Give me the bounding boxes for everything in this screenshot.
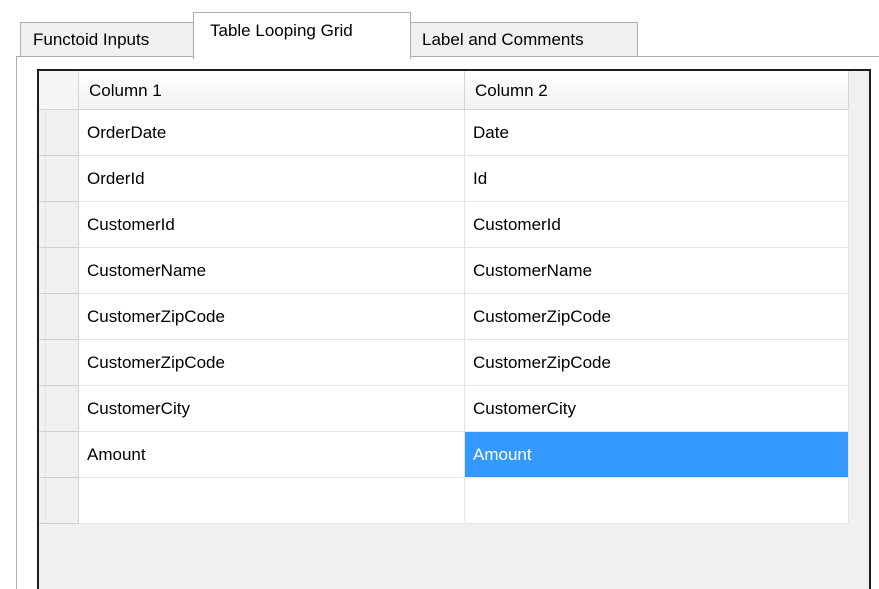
grid-cell-column-2[interactable]: CustomerZipCode: [465, 340, 849, 386]
grid-cell-column-1[interactable]: OrderDate: [79, 110, 465, 156]
row-header[interactable]: [39, 386, 79, 432]
column-header-2[interactable]: Column 2: [465, 71, 849, 110]
tab-functoid-inputs[interactable]: Functoid Inputs: [20, 22, 195, 57]
table-row[interactable]: CustomerId CustomerId: [39, 202, 849, 248]
tab-label-and-comments[interactable]: Label and Comments: [409, 22, 638, 57]
table-row[interactable]: CustomerCity CustomerCity: [39, 386, 849, 432]
grid-cell-column-2[interactable]: CustomerId: [465, 202, 849, 248]
tab-label: Functoid Inputs: [33, 30, 150, 49]
grid-cell-column-2[interactable]: CustomerName: [465, 248, 849, 294]
table-row[interactable]: CustomerZipCode CustomerZipCode: [39, 294, 849, 340]
row-header[interactable]: [39, 110, 79, 156]
row-header[interactable]: [39, 202, 79, 248]
grid-cell-column-2[interactable]: CustomerZipCode: [465, 294, 849, 340]
row-header[interactable]: [39, 432, 79, 478]
grid-cell-column-2[interactable]: Date: [465, 110, 849, 156]
table-row[interactable]: OrderId Id: [39, 156, 849, 202]
grid-cell-column-1[interactable]: CustomerName: [79, 248, 465, 294]
new-row-placeholder[interactable]: [39, 478, 849, 524]
grid-header-row: Column 1 Column 2: [39, 71, 849, 111]
row-header[interactable]: [39, 248, 79, 294]
tab-label: Label and Comments: [422, 30, 584, 49]
tab-table-looping-grid[interactable]: Table Looping Grid: [193, 12, 411, 59]
table-row[interactable]: CustomerZipCode CustomerZipCode: [39, 340, 849, 386]
grid-corner-header[interactable]: [39, 71, 79, 110]
grid-cell-column-2[interactable]: [465, 478, 849, 524]
column-header-1[interactable]: Column 1: [79, 71, 465, 110]
grid-cell-column-1[interactable]: Amount: [79, 432, 465, 478]
grid-cell-column-1[interactable]: CustomerId: [79, 202, 465, 248]
grid-cell-column-1[interactable]: OrderId: [79, 156, 465, 202]
row-header[interactable]: [39, 156, 79, 202]
grid-cell-column-1[interactable]: CustomerZipCode: [79, 294, 465, 340]
grid-cell-column-2-selected[interactable]: Amount: [465, 432, 849, 478]
grid-rows: OrderDate Date OrderId Id CustomerId Cus…: [39, 110, 849, 524]
table-row[interactable]: Amount Amount: [39, 432, 849, 478]
row-header[interactable]: [39, 478, 79, 524]
table-looping-grid[interactable]: Column 1 Column 2 OrderDate Date OrderId…: [37, 69, 871, 589]
table-row[interactable]: OrderDate Date: [39, 110, 849, 156]
grid-cell-column-2[interactable]: Id: [465, 156, 849, 202]
row-header[interactable]: [39, 340, 79, 386]
grid-cell-column-1[interactable]: CustomerZipCode: [79, 340, 465, 386]
row-header[interactable]: [39, 294, 79, 340]
functoid-configuration-dialog: Functoid Inputs Table Looping Grid Label…: [0, 0, 879, 589]
grid-cell-column-2[interactable]: CustomerCity: [465, 386, 849, 432]
grid-cell-column-1[interactable]: [79, 478, 465, 524]
table-row[interactable]: CustomerName CustomerName: [39, 248, 849, 294]
grid-cell-column-1[interactable]: CustomerCity: [79, 386, 465, 432]
tab-label: Table Looping Grid: [210, 21, 353, 40]
